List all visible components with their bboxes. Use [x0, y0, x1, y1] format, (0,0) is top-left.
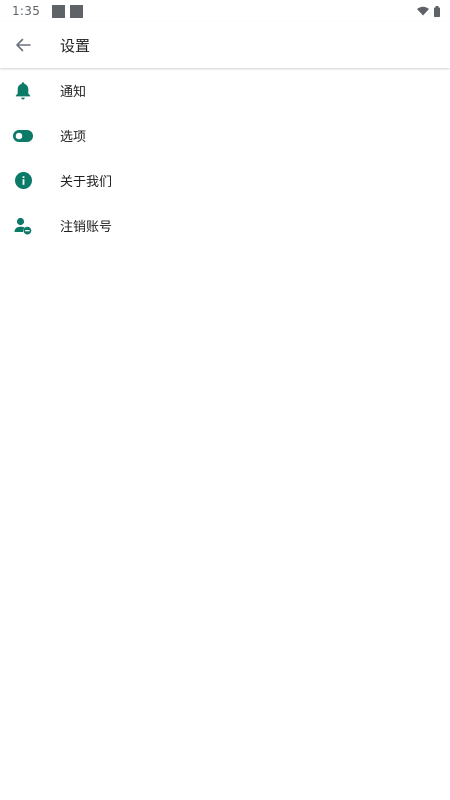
settings-item-label: 选项 [60, 130, 87, 145]
battery-icon [434, 5, 440, 17]
status-bar: 1:35 [0, 0, 450, 22]
notification-square-icon [70, 4, 84, 18]
status-time: 1:35 [12, 4, 41, 18]
settings-item-about[interactable]: 关于我们 [0, 158, 450, 203]
toggle-icon [0, 129, 46, 142]
settings-item-notifications[interactable]: 通知 [0, 68, 450, 113]
info-icon [0, 172, 46, 189]
notification-square-icon [52, 4, 66, 18]
wifi-icon [417, 6, 429, 16]
settings-item-options[interactable]: 选项 [0, 113, 450, 158]
back-button[interactable] [0, 22, 46, 68]
settings-item-label: 注销账号 [60, 220, 113, 235]
bell-icon [0, 81, 46, 101]
person-remove-icon [0, 217, 46, 235]
settings-list: 通知 选项 关于我们 注销账号 [0, 68, 450, 248]
arrow-back-icon [16, 38, 31, 52]
app-bar: 设置 [0, 22, 450, 68]
page-title: 设置 [60, 36, 91, 55]
settings-item-delete-account[interactable]: 注销账号 [0, 203, 450, 248]
settings-item-label: 通知 [60, 85, 87, 100]
settings-item-label: 关于我们 [60, 175, 113, 190]
